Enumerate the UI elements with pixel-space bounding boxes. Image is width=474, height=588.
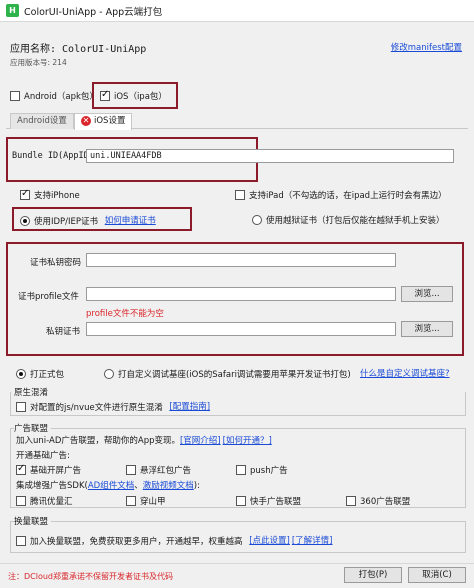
exchange-checkbox[interactable]: [16, 535, 26, 546]
use-jailbreak-label: 使用越狱证书（打包后仅能在越狱手机上安装）: [266, 216, 445, 226]
footer-notice: 注：DCloud郑重承诺不保留开发者证书及代码: [8, 572, 174, 581]
android-checkbox[interactable]: [10, 91, 20, 101]
use-idp-label: 使用IDP/IEP证书: [34, 216, 99, 227]
native-obfuscation-title: 原生混淆: [14, 386, 52, 398]
support-iphone-checkbox[interactable]: [20, 188, 30, 200]
custom-debug-label: 打自定义调试基座(iOS的Safari调试需要用苹果开发证书打包): [118, 370, 351, 380]
sdk-title-prefix: 集成增强广告SDK(: [16, 481, 88, 491]
basic-ad-splash-label: 基础开屏广告: [30, 466, 82, 476]
basic-ad-splash-checkbox[interactable]: [16, 463, 26, 475]
sdk-ad-360-checkbox[interactable]: [346, 496, 356, 506]
sdk-title-suffix: ):: [193, 481, 200, 491]
tab-ios-settings[interactable]: ✕ iOS设置: [74, 113, 133, 130]
support-ipad-checkbox[interactable]: [235, 190, 245, 200]
exchange-learn-link[interactable]: [了解详情]: [292, 536, 333, 546]
use-idp-option[interactable]: 使用IDP/IEP证书 如何申请证书: [20, 214, 156, 227]
app-version: 应用版本号: 214: [10, 58, 67, 67]
basic-ad-push[interactable]: push广告: [236, 464, 288, 476]
profile-file-input[interactable]: [86, 287, 396, 301]
basic-ad-redpacket-checkbox[interactable]: [126, 465, 136, 475]
edit-manifest-link[interactable]: 修改manifest配置: [391, 41, 462, 53]
private-cert-browse-button[interactable]: 浏览...: [401, 321, 453, 337]
window-title: ColorUI-UniApp - App云端打包: [24, 7, 163, 18]
profile-error-text: profile文件不能为空: [86, 309, 164, 319]
sdk-ad-kuaishou-checkbox[interactable]: [236, 496, 246, 506]
formal-build-radio[interactable]: [16, 369, 26, 379]
support-iphone-label: 支持iPhone: [34, 191, 80, 201]
formal-build-label: 打正式包: [30, 370, 65, 380]
bundle-id-label: Bundle ID(AppID): [12, 151, 94, 161]
basic-ad-splash[interactable]: 基础开屏广告: [16, 463, 82, 476]
tab-android-settings[interactable]: Android设置: [10, 113, 74, 129]
basic-ad-redpacket[interactable]: 悬浮红包广告: [126, 464, 191, 476]
native-obfuscation-option[interactable]: 对配置的js/nvue文件进行原生混淆 [配置指南]: [16, 400, 210, 413]
cert-password-label: 证书私钥密码: [30, 258, 82, 268]
custom-debug-radio[interactable]: [104, 369, 114, 379]
cancel-button[interactable]: 取消(C): [408, 567, 466, 583]
basic-ads-title: 开通基础广告:: [16, 451, 70, 461]
sdk-ad-kuaishou-label: 快手广告联盟: [250, 497, 302, 507]
sdk-ad-pangle-checkbox[interactable]: [126, 496, 136, 506]
basic-ad-push-checkbox[interactable]: [236, 465, 246, 475]
ad-alliance-intro: 加入uni-AD广告联盟，帮助你的App变现。: [16, 436, 180, 446]
android-option[interactable]: Android（apk包）: [10, 90, 98, 102]
exchange-option[interactable]: 加入换量联盟，免费获取更多用户，开通越早，权重越高 [点此设置] [了解详情]: [16, 534, 333, 547]
reward-video-doc-link[interactable]: 激励视频文档: [143, 481, 194, 491]
what-is-custom-debug-link[interactable]: 什么是自定义调试基座?: [360, 367, 450, 379]
custom-debug-option[interactable]: 打自定义调试基座(iOS的Safari调试需要用苹果开发证书打包): [104, 368, 351, 380]
sdk-title-separator: 、: [134, 481, 143, 491]
use-idp-radio[interactable]: [20, 215, 30, 226]
profile-label: 证书profile文件: [18, 292, 79, 302]
official-intro-link[interactable]: [官网介绍]: [180, 436, 221, 446]
ios-option[interactable]: iOS（ipa包）: [100, 89, 167, 102]
android-label: Android（apk包）: [24, 92, 98, 102]
config-guide-link[interactable]: [配置指南]: [169, 402, 210, 412]
error-icon: ✕: [81, 115, 91, 126]
exchange-label: 加入换量联盟，免费获取更多用户，开通越早，权重越高: [30, 536, 243, 547]
native-obfuscation-label: 对配置的js/nvue文件进行原生混淆: [30, 402, 163, 413]
app-name: 应用名称: ColorUI-UniApp: [10, 44, 147, 55]
sdk-ads-title: 集成增强广告SDK(AD组件文档、激励视频文档):: [16, 479, 200, 491]
support-ipad-label: 支持iPad（不勾选的话，在ipad上运行时会有黑边）: [249, 191, 447, 201]
support-iphone-option[interactable]: 支持iPhone: [20, 188, 80, 201]
sdk-ad-tencent-checkbox[interactable]: [16, 496, 26, 506]
use-jailbreak-option[interactable]: 使用越狱证书（打包后仅能在越狱手机上安装）: [252, 214, 445, 226]
ios-label: iOS（ipa包）: [114, 92, 167, 102]
how-to-open-link[interactable]: [如何开通？]: [223, 436, 272, 446]
tab-ios-label: iOS设置: [94, 116, 126, 126]
exchange-settings-link[interactable]: [点此设置]: [249, 536, 290, 546]
sdk-ad-pangle-label: 穿山甲: [140, 497, 166, 507]
private-cert-label: 私钥证书: [46, 327, 81, 337]
hbuilder-logo-icon: H: [6, 4, 19, 17]
sdk-ad-360-label: 360广告联盟: [360, 497, 411, 507]
support-ipad-option[interactable]: 支持iPad（不勾选的话，在ipad上运行时会有黑边）: [235, 189, 447, 201]
basic-ad-push-label: push广告: [250, 466, 288, 476]
how-to-apply-cert-link[interactable]: 如何申请证书: [105, 216, 156, 226]
sdk-ad-360[interactable]: 360广告联盟: [346, 495, 410, 507]
formal-build-option[interactable]: 打正式包: [16, 368, 64, 380]
basic-ad-redpacket-label: 悬浮红包广告: [140, 466, 192, 476]
bundle-id-input[interactable]: uni.UNIEAA4FDB: [86, 149, 454, 163]
ad-alliance-intro-row: 加入uni-AD广告联盟，帮助你的App变现。[官网介绍] [如何开通？]: [16, 434, 272, 446]
pack-button[interactable]: 打包(P): [344, 567, 402, 583]
sdk-ad-tencent[interactable]: 腾讯优量汇: [16, 495, 73, 507]
sdk-ad-tencent-label: 腾讯优量汇: [30, 497, 73, 507]
exchange-title: 换量联盟: [14, 515, 52, 527]
sdk-ad-kuaishou[interactable]: 快手广告联盟: [236, 495, 301, 507]
sdk-ad-pangle[interactable]: 穿山甲: [126, 495, 166, 507]
profile-browse-button[interactable]: 浏览...: [401, 286, 453, 302]
ad-alliance-title: 广告联盟: [14, 422, 52, 434]
ios-checkbox[interactable]: [100, 89, 110, 101]
private-cert-input[interactable]: [86, 322, 396, 336]
cert-password-input[interactable]: [86, 253, 396, 267]
use-jailbreak-radio[interactable]: [252, 215, 262, 225]
ad-component-doc-link[interactable]: AD组件文档: [88, 481, 134, 491]
native-obfuscation-checkbox[interactable]: [16, 401, 26, 412]
